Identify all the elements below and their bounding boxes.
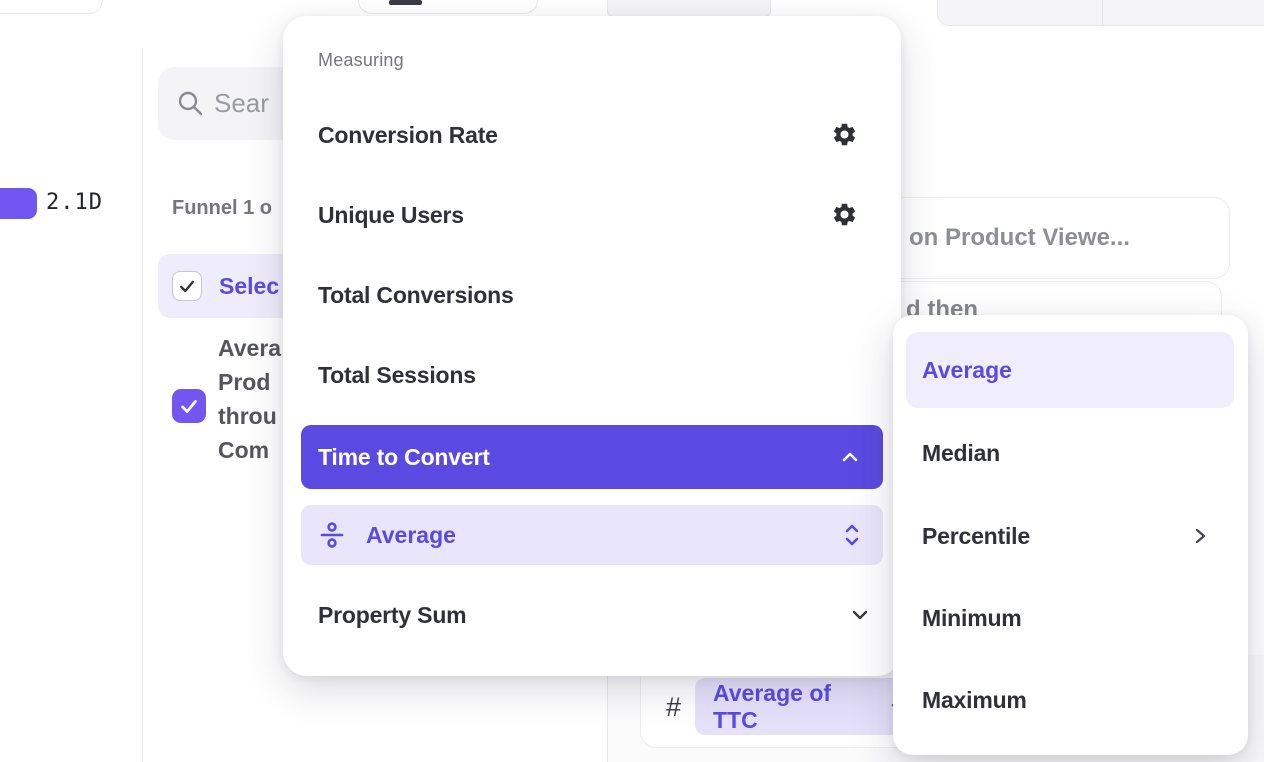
agg-item-label: Percentile xyxy=(922,523,1030,550)
top-gray-tab-fragment[interactable] xyxy=(607,0,771,17)
menu-item-property-sum[interactable]: Property Sum xyxy=(283,599,901,631)
agg-item-label: Average xyxy=(922,357,1012,384)
menu-item-label: Unique Users xyxy=(318,202,464,229)
funnel-section-label: Funnel 1 o xyxy=(172,197,272,220)
top-right-segment-fragment[interactable] xyxy=(937,0,1264,26)
chevron-up-down-icon xyxy=(843,522,861,548)
chevron-up-icon xyxy=(839,446,861,468)
agg-item-label: Maximum xyxy=(922,687,1027,714)
agg-item-average-selected[interactable]: Average xyxy=(906,332,1234,408)
numeric-type-symbol: # xyxy=(666,692,681,723)
aggregation-menu: Average Median Percentile Minimum Maximu… xyxy=(893,315,1248,755)
menu-item-total-sessions[interactable]: Total Sessions xyxy=(283,359,901,391)
menu-item-label: Total Sessions xyxy=(318,362,476,389)
gear-icon[interactable] xyxy=(831,121,858,148)
average-of-ttc-dropdown[interactable]: Average of TTC xyxy=(695,678,907,735)
checkbox-purple-checked[interactable] xyxy=(172,389,206,423)
measuring-menu: Measuring Conversion Rate Unique Users T… xyxy=(283,16,901,676)
top-center-icon-fragment xyxy=(389,0,422,5)
metric-description-text: Avera Prod throu Com xyxy=(218,331,288,467)
menu-item-unique-users[interactable]: Unique Users xyxy=(283,199,901,231)
agg-item-median[interactable]: Median xyxy=(893,437,1248,469)
chevron-down-icon xyxy=(849,604,871,626)
agg-item-label: Median xyxy=(922,440,1000,467)
event-step-label: on Product Viewe... xyxy=(909,224,1130,252)
agg-item-minimum[interactable]: Minimum xyxy=(893,602,1248,634)
average-of-ttc-label: Average of TTC xyxy=(713,680,878,734)
selected-metric-label: Selec xyxy=(219,273,279,300)
divide-icon xyxy=(318,521,346,549)
menu-item-total-conversions[interactable]: Total Conversions xyxy=(283,279,901,311)
search-icon xyxy=(176,89,205,118)
top-left-card-fragment xyxy=(0,0,103,14)
chevron-right-icon xyxy=(1190,526,1210,546)
search-placeholder: Sear xyxy=(214,88,269,119)
top-right-segment-divider xyxy=(1102,0,1103,26)
gear-icon[interactable] xyxy=(831,201,858,228)
menu-item-time-to-convert-selected[interactable]: Time to Convert xyxy=(301,425,883,489)
checkmark-icon xyxy=(178,395,200,417)
funnel-analysis-screen: 2.1D Sear Funnel 1 o Selec Avera Prod th… xyxy=(0,0,1264,762)
agg-item-label: Minimum xyxy=(922,605,1022,632)
menu-subitem-average-selector[interactable]: Average xyxy=(301,505,883,565)
agg-item-maximum[interactable]: Maximum xyxy=(893,684,1248,716)
agg-item-percentile[interactable]: Percentile xyxy=(893,520,1248,552)
menu-item-label: Time to Convert xyxy=(318,444,490,471)
menu-item-label: Average xyxy=(366,522,456,549)
menu-item-conversion-rate[interactable]: Conversion Rate xyxy=(283,119,901,151)
left-panel-divider xyxy=(142,48,143,762)
measuring-menu-title: Measuring xyxy=(318,50,404,71)
menu-item-label: Property Sum xyxy=(318,602,466,629)
top-center-card-fragment xyxy=(358,0,538,14)
center-panel-divider xyxy=(607,670,608,762)
series-color-chip xyxy=(0,188,37,219)
checkbox-checked[interactable] xyxy=(172,271,202,301)
menu-item-label: Total Conversions xyxy=(318,282,514,309)
checkmark-icon xyxy=(177,276,197,296)
menu-item-label: Conversion Rate xyxy=(318,122,498,149)
series-label: 2.1D xyxy=(46,190,103,215)
